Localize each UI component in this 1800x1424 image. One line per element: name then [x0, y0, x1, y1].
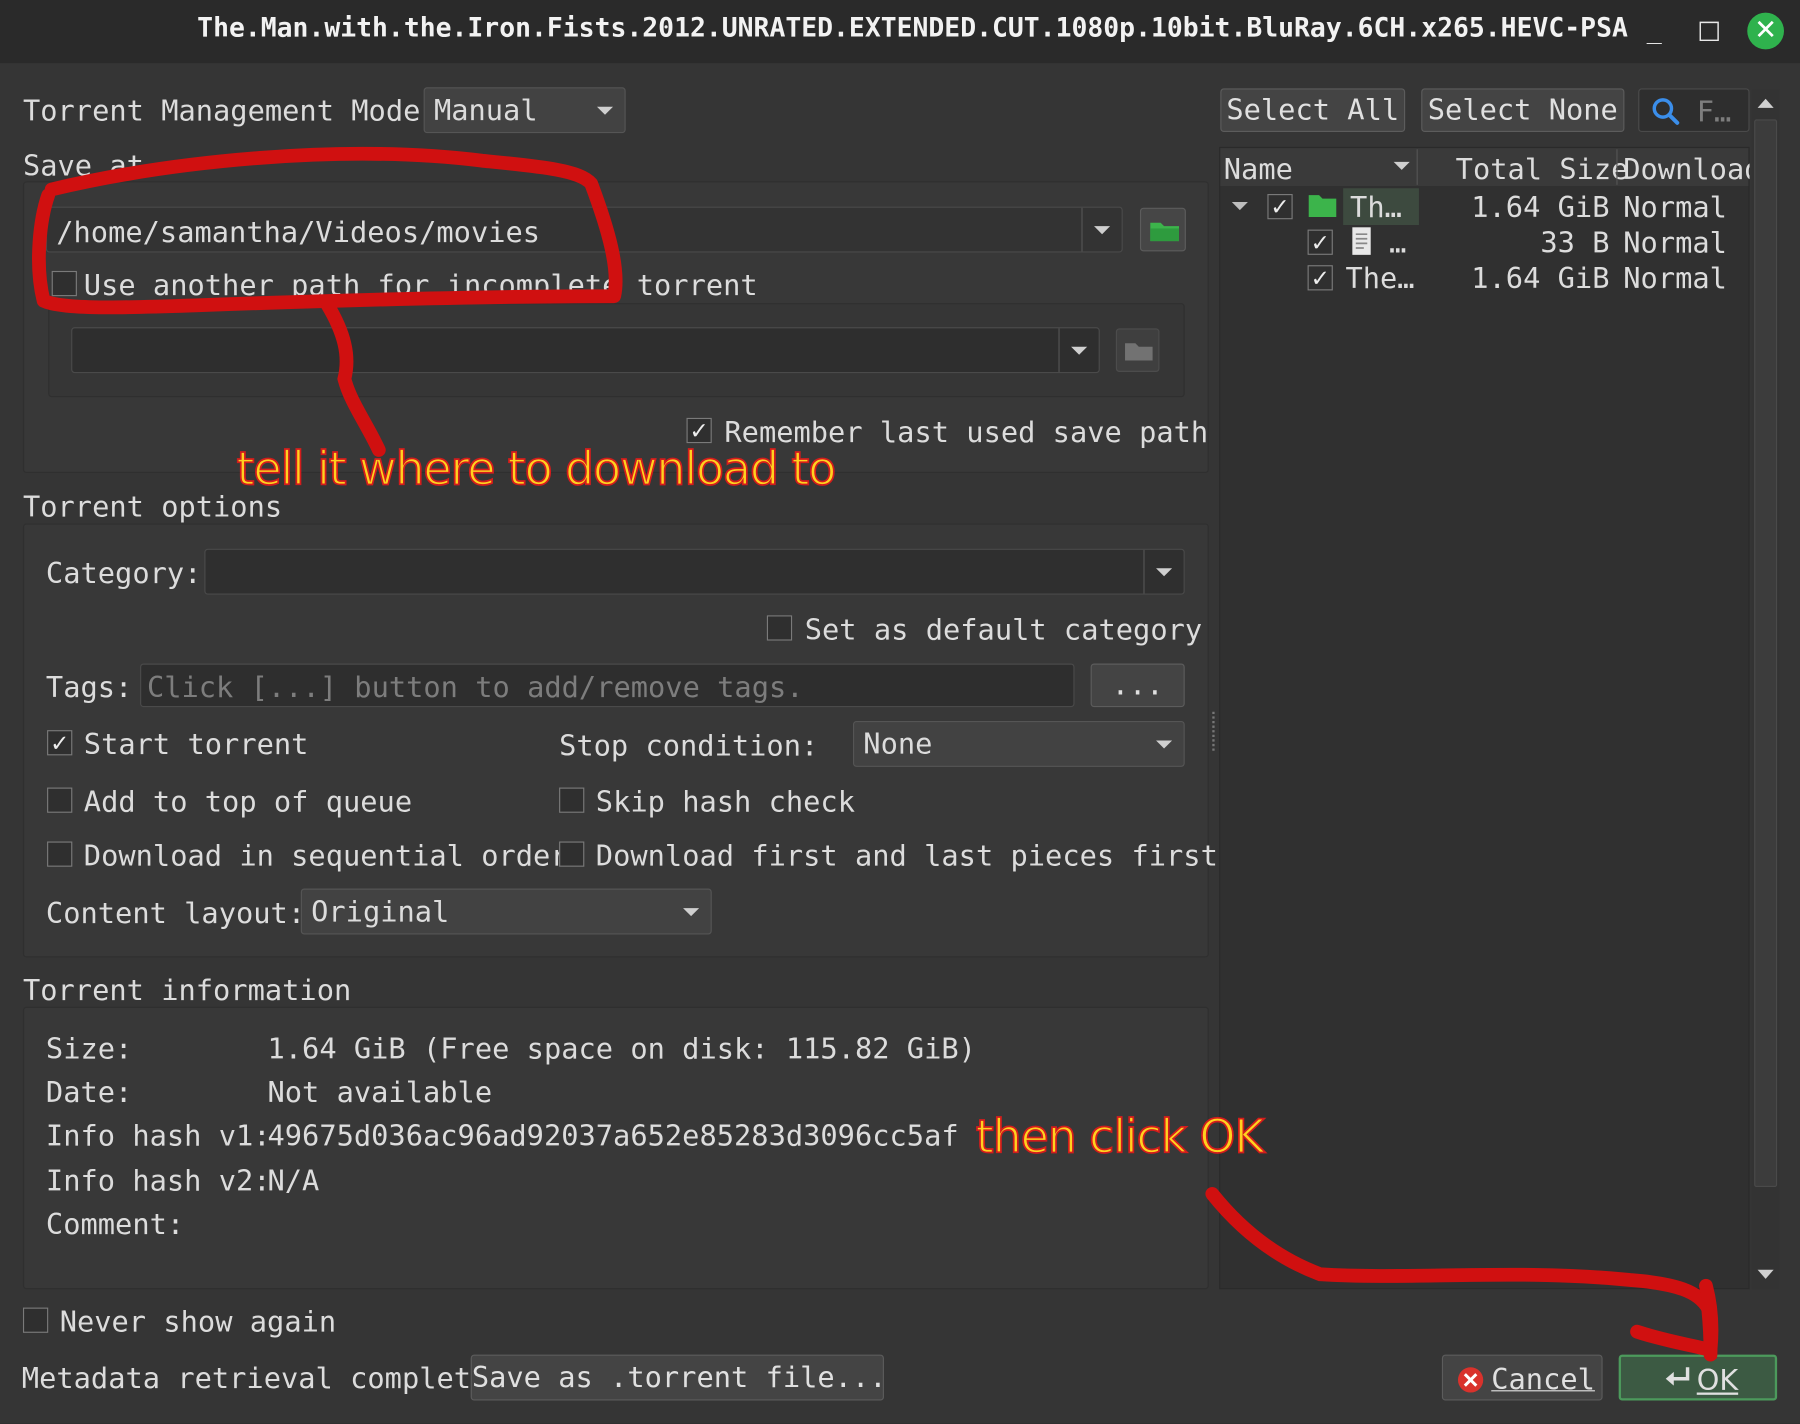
annotation-strokes [32, 146, 1719, 1362]
annotation-ok-note: then click OK [975, 1110, 1265, 1165]
annotation-path-note: tell it where to download to [236, 442, 838, 497]
